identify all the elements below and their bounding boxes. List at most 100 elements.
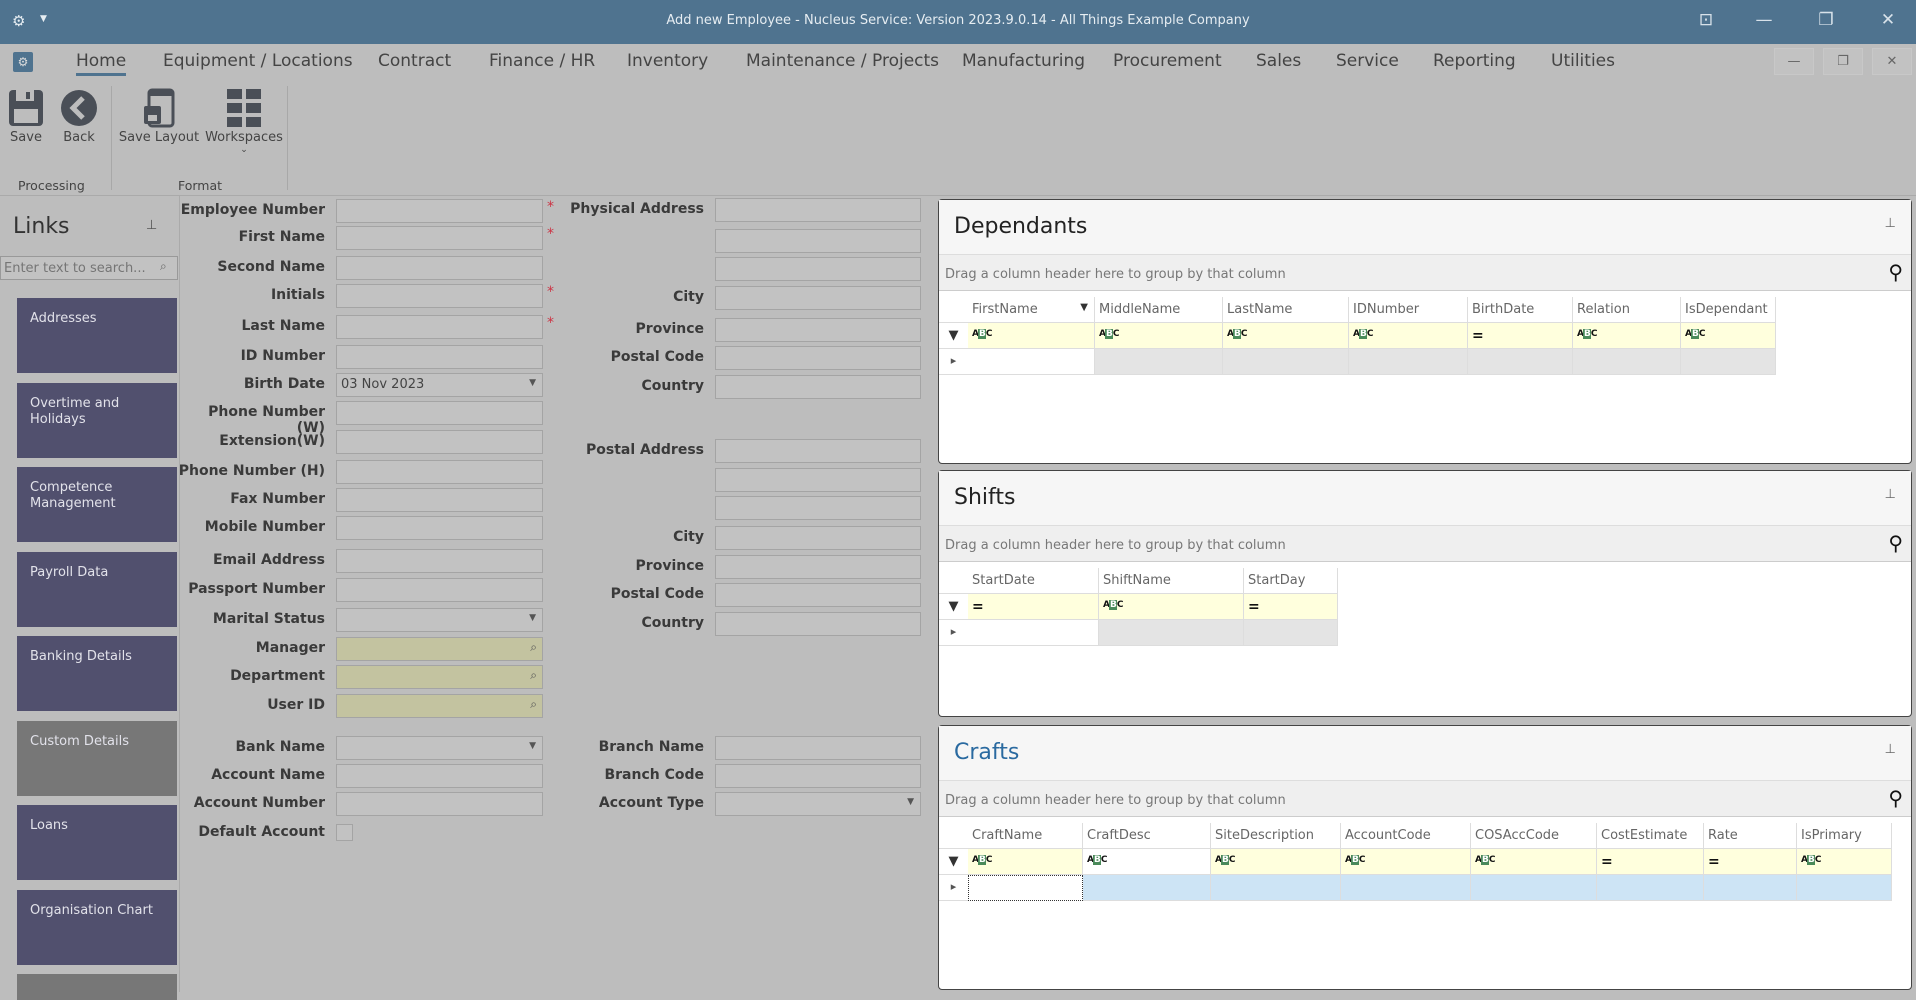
filter-cell[interactable]: ABC <box>1349 323 1468 349</box>
input-mobile-number[interactable] <box>336 516 543 540</box>
input-address-line[interactable] <box>715 257 921 281</box>
tab-maintenance-projects[interactable]: Maintenance / Projects <box>746 51 939 71</box>
input-postal-code[interactable] <box>715 583 921 607</box>
filter-cell[interactable]: ABC <box>1099 594 1244 620</box>
dropdown-marital-status[interactable]: ▼ <box>336 608 543 632</box>
restore-button[interactable]: ❐ <box>1814 10 1838 30</box>
group-by-area[interactable]: Drag a column header here to group by th… <box>939 526 1911 562</box>
checkbox-default-account[interactable] <box>336 824 353 841</box>
links-search-input[interactable] <box>0 256 178 280</box>
pin-icon[interactable]: ⊥ <box>1885 216 1896 231</box>
input-physical-address[interactable] <box>715 198 921 222</box>
new-row-cell[interactable] <box>1083 875 1211 901</box>
input-address-line[interactable] <box>715 468 921 492</box>
search-icon[interactable]: ⚲ <box>1888 531 1903 555</box>
save-button[interactable]: Save <box>4 86 48 145</box>
new-row-cell[interactable] <box>1471 875 1597 901</box>
tab-finance-hr[interactable]: Finance / HR <box>489 51 595 71</box>
pin-icon[interactable]: ⊥ <box>1885 742 1896 757</box>
dropdown-arrow-icon[interactable]: ▼ <box>529 378 536 388</box>
dropdown-arrow-icon[interactable]: ▼ <box>907 797 914 807</box>
column-header[interactable]: MiddleName <box>1095 297 1223 323</box>
input-extension-w-[interactable] <box>336 430 543 454</box>
filter-cell[interactable]: ABC <box>1471 849 1597 875</box>
dropdown-account-type[interactable]: ▼ <box>715 792 921 816</box>
input-province[interactable] <box>715 555 921 579</box>
input-country[interactable] <box>715 612 921 636</box>
input-department[interactable]: ⌕ <box>336 665 543 689</box>
tab-manufacturing[interactable]: Manufacturing <box>962 51 1085 71</box>
ribbon-display-icon[interactable]: ⊡ <box>1694 10 1718 30</box>
input-country[interactable] <box>715 375 921 399</box>
link-tile[interactable] <box>17 974 177 1000</box>
column-header[interactable]: BirthDate <box>1468 297 1573 323</box>
tab-contract[interactable]: Contract <box>378 51 451 71</box>
link-tile[interactable]: Competence Management <box>17 467 177 542</box>
input-city[interactable] <box>715 526 921 550</box>
input-passport-number[interactable] <box>336 578 543 602</box>
filter-cell[interactable]: ABC <box>968 849 1083 875</box>
input-fax-number[interactable] <box>336 488 543 512</box>
tab-sales[interactable]: Sales <box>1256 51 1301 71</box>
minimize-button[interactable]: — <box>1752 10 1776 30</box>
filter-cell[interactable]: = <box>1597 849 1704 875</box>
input-address-line[interactable] <box>715 496 921 520</box>
new-row-cell[interactable] <box>1681 349 1776 375</box>
mdi-minimize-button[interactable]: — <box>1774 48 1814 75</box>
input-account-name[interactable] <box>336 764 543 788</box>
new-row-cell[interactable] <box>1099 620 1244 646</box>
column-header[interactable]: FirstName ▼ <box>968 297 1095 323</box>
new-row-cell[interactable] <box>1341 875 1471 901</box>
input-manager[interactable]: ⌕ <box>336 637 543 661</box>
search-icon[interactable]: ⚲ <box>1888 786 1903 810</box>
column-header[interactable]: IsDependant <box>1681 297 1776 323</box>
mdi-restore-button[interactable]: ❐ <box>1823 48 1863 75</box>
column-header[interactable]: AccountCode <box>1341 823 1471 849</box>
input-city[interactable] <box>715 286 921 310</box>
filter-cell[interactable]: ABC <box>1211 849 1341 875</box>
pin-icon[interactable]: ⊥ <box>1885 487 1896 502</box>
app-menu-icon[interactable]: ⚙ <box>13 52 33 72</box>
filter-cell[interactable]: = <box>1704 849 1797 875</box>
column-header[interactable]: Rate <box>1704 823 1797 849</box>
input-branch-name[interactable] <box>715 736 921 760</box>
input-first-name[interactable] <box>336 226 543 250</box>
filter-cell[interactable]: = <box>968 594 1099 620</box>
tab-inventory[interactable]: Inventory <box>627 51 708 71</box>
column-header[interactable]: LastName <box>1223 297 1349 323</box>
tab-reporting[interactable]: Reporting <box>1433 51 1516 71</box>
filter-cell[interactable]: ABC <box>1341 849 1471 875</box>
column-header[interactable]: SiteDescription <box>1211 823 1341 849</box>
workspaces-button[interactable]: Workspaces ⌄ <box>204 86 284 155</box>
save-layout-button[interactable]: Save Layout <box>118 86 200 145</box>
new-row-cell[interactable] <box>1211 875 1341 901</box>
new-row-cell[interactable] <box>1095 349 1223 375</box>
input-email-address[interactable] <box>336 549 543 573</box>
input-province[interactable] <box>715 318 921 342</box>
lookup-search-icon[interactable]: ⌕ <box>530 668 537 683</box>
filter-cell[interactable]: = <box>1244 594 1338 620</box>
column-header[interactable]: CraftName <box>968 823 1083 849</box>
column-header[interactable]: CraftDesc <box>1083 823 1211 849</box>
column-header[interactable]: Relation <box>1573 297 1681 323</box>
input-branch-code[interactable] <box>715 764 921 788</box>
input-user-id[interactable]: ⌕ <box>336 694 543 718</box>
tab-equipment-locations[interactable]: Equipment / Locations <box>163 51 353 71</box>
input-postal-code[interactable] <box>715 346 921 370</box>
mdi-close-button[interactable]: ✕ <box>1872 48 1912 75</box>
search-icon[interactable]: ⚲ <box>1888 260 1903 284</box>
column-header[interactable]: StartDate <box>968 568 1099 594</box>
new-row-cell[interactable] <box>1468 349 1573 375</box>
input-last-name[interactable] <box>336 315 543 339</box>
link-tile[interactable]: Organisation Chart <box>17 889 177 965</box>
lookup-search-icon[interactable]: ⌕ <box>530 640 537 655</box>
input-phone-number-w-[interactable] <box>336 401 543 425</box>
new-row-cell[interactable] <box>968 875 1083 901</box>
dropdown-birth-date[interactable]: 03 Nov 2023 ▼ <box>336 373 543 397</box>
column-header[interactable]: COSAccCode <box>1471 823 1597 849</box>
filter-cell[interactable]: ABC <box>1083 849 1211 875</box>
filter-cell[interactable]: ABC <box>1223 323 1349 349</box>
link-tile[interactable]: Banking Details <box>17 636 177 711</box>
filter-cell[interactable]: = <box>1468 323 1573 349</box>
filter-cell[interactable]: ABC <box>1095 323 1223 349</box>
